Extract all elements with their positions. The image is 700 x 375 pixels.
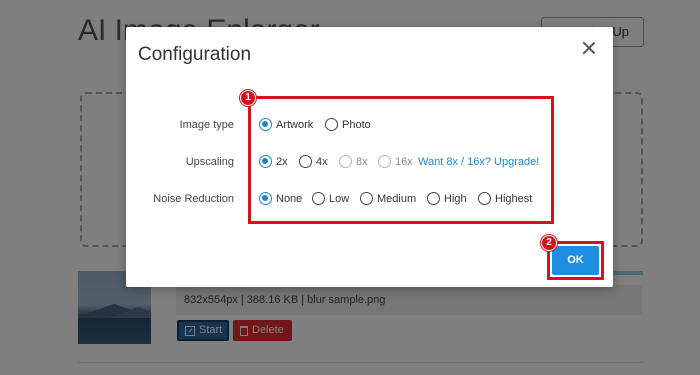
close-icon[interactable] <box>582 41 596 55</box>
dialog-title: Configuration <box>138 44 252 65</box>
step-badge-2: 2 <box>541 235 557 251</box>
step-badge-1: 1 <box>240 90 256 106</box>
noise-reduction-label: Noise Reduction <box>153 193 234 205</box>
image-type-label: Image type <box>179 119 234 131</box>
options-highlight-box <box>248 96 554 224</box>
upscaling-label: Upscaling <box>185 156 234 168</box>
ok-button[interactable]: OK <box>552 246 599 275</box>
